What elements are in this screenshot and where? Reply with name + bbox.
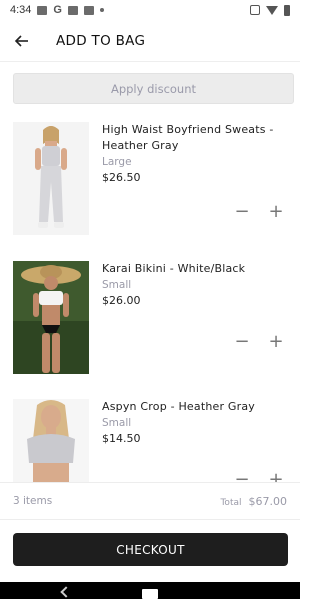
status-time: 4:34 (10, 4, 32, 16)
cart-item: Karai Bikini - White/Black Small $26.00 … (0, 261, 300, 381)
wifi-icon (266, 5, 278, 15)
battery-icon (284, 4, 290, 16)
increase-quantity-button[interactable]: + (267, 471, 285, 483)
increase-quantity-button[interactable]: + (267, 203, 285, 221)
square-icon (83, 5, 94, 15)
item-name[interactable]: Karai Bikini - White/Black (102, 261, 292, 277)
increase-quantity-button[interactable]: + (267, 333, 285, 351)
page-title: ADD TO BAG (56, 32, 146, 49)
decrease-quantity-button[interactable]: − (233, 333, 251, 351)
item-price: $26.50 (102, 171, 141, 184)
total-value: $67.00 (248, 494, 288, 508)
items-count: 3 items (13, 495, 53, 507)
total: Total $67.00 (220, 495, 287, 508)
model-gray-sweats-image (13, 122, 89, 235)
google-icon: G (53, 4, 62, 16)
app-header: ADD TO BAG (0, 20, 300, 62)
nav-home-icon[interactable] (142, 588, 158, 599)
model-bikini-hat-image (13, 261, 89, 374)
item-info: Karai Bikini - White/Black Small $26.00 (102, 261, 292, 309)
quantity-stepper: − + (233, 471, 285, 483)
item-size: Large (102, 156, 132, 168)
vibrate-icon (250, 5, 260, 15)
decrease-quantity-button[interactable]: − (233, 203, 251, 221)
dot-icon (99, 8, 104, 12)
item-info: High Waist Boyfriend Sweats - Heather Gr… (102, 122, 292, 186)
item-size: Small (102, 279, 132, 291)
item-price: $26.00 (102, 294, 141, 307)
item-name[interactable]: Aspyn Crop - Heather Gray (102, 399, 292, 415)
quantity-stepper: − + (233, 203, 285, 221)
total-label: Total (220, 497, 242, 508)
decrease-quantity-button[interactable]: − (233, 471, 251, 483)
image-icon (37, 5, 48, 15)
item-size: Small (102, 417, 132, 429)
product-image[interactable] (13, 122, 89, 235)
item-price: $14.50 (102, 432, 141, 445)
system-nav-bar (0, 582, 300, 599)
apply-discount-button[interactable]: Apply discount (13, 73, 294, 104)
quantity-stepper: − + (233, 333, 285, 351)
cart-item: Aspyn Crop - Heather Gray Small $14.50 −… (0, 399, 300, 482)
cart-item: High Waist Boyfriend Sweats - Heather Gr… (0, 122, 300, 242)
product-image[interactable] (13, 261, 89, 374)
nav-back-icon[interactable] (60, 586, 72, 598)
photo-icon (67, 5, 78, 15)
model-gray-crop-image (13, 399, 89, 482)
item-name[interactable]: High Waist Boyfriend Sweats - Heather Gr… (102, 122, 292, 154)
order-summary-bar: 3 items Total $67.00 (0, 482, 300, 520)
checkout-button[interactable]: CHECKOUT (13, 533, 288, 566)
product-image[interactable] (13, 399, 89, 482)
arrow-left-icon (14, 34, 28, 47)
back-button[interactable] (0, 20, 44, 62)
item-info: Aspyn Crop - Heather Gray Small $14.50 (102, 399, 292, 447)
status-bar: 4:34 G (0, 0, 300, 20)
